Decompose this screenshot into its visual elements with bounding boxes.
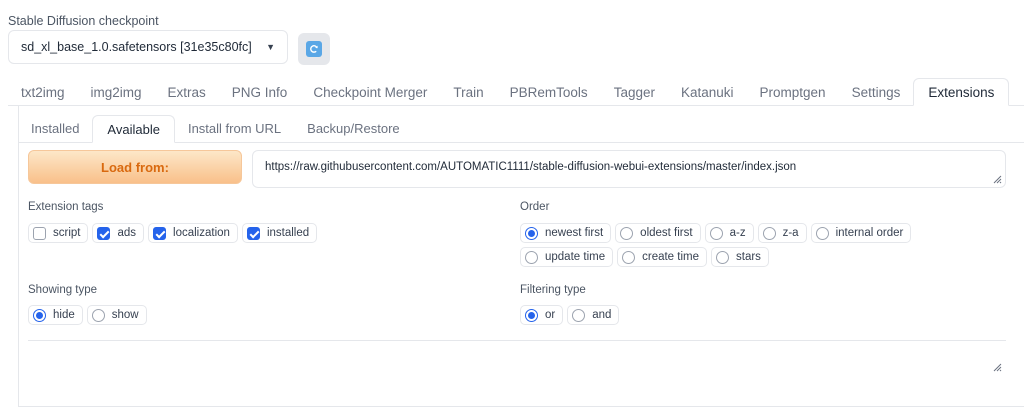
checkbox-box[interactable] bbox=[97, 226, 111, 240]
tab-extras[interactable]: Extras bbox=[155, 78, 219, 106]
filtering-type-group: or and bbox=[520, 305, 620, 325]
tab-extensions[interactable]: Extensions bbox=[913, 78, 1010, 106]
showing-type-group: hide show bbox=[28, 305, 147, 325]
radio-dot[interactable] bbox=[762, 226, 776, 240]
extension-tags-label: Extension tags bbox=[28, 201, 104, 213]
showing-hide-radio[interactable]: hide bbox=[28, 305, 83, 325]
order-stars-radio[interactable]: stars bbox=[711, 247, 769, 267]
checkbox-box[interactable] bbox=[246, 226, 260, 240]
order-newest-first-radio[interactable]: newest first bbox=[520, 223, 612, 243]
tag-script-checkbox[interactable]: script bbox=[28, 223, 89, 243]
tab-pbremtools[interactable]: PBRemTools bbox=[497, 78, 601, 106]
tab-train[interactable]: Train bbox=[440, 78, 496, 106]
radio-dot[interactable] bbox=[622, 250, 636, 264]
tag-installed-checkbox[interactable]: installed bbox=[241, 223, 318, 243]
radio-dot[interactable] bbox=[572, 308, 586, 322]
tab-tagger[interactable]: Tagger bbox=[601, 78, 668, 106]
order-label-text: stars bbox=[736, 251, 761, 263]
showing-label-text: show bbox=[111, 309, 139, 321]
tab-installed[interactable]: Installed bbox=[18, 115, 92, 143]
checkpoint-value: sd_xl_base_1.0.safetensors [31e35c80fc] bbox=[21, 40, 252, 54]
tag-localization-checkbox[interactable]: localization bbox=[148, 223, 238, 243]
order-label-text: a-z bbox=[729, 227, 746, 239]
radio-dot[interactable] bbox=[525, 308, 538, 322]
index-url-value: https://raw.githubusercontent.com/AUTOMA… bbox=[265, 161, 797, 173]
showing-show-radio[interactable]: show bbox=[86, 305, 147, 325]
checkpoint-dropdown[interactable]: sd_xl_base_1.0.safetensors [31e35c80fc] … bbox=[8, 30, 288, 64]
radio-dot[interactable] bbox=[716, 250, 729, 264]
order-label-text: internal order bbox=[835, 227, 904, 239]
order-group: newest first oldest first a-z z-a intern… bbox=[520, 223, 990, 267]
load-from-button[interactable]: Load from: bbox=[28, 150, 242, 184]
order-oldest-first-radio[interactable]: oldest first bbox=[615, 223, 701, 243]
order-update-time-radio[interactable]: update time bbox=[520, 247, 614, 267]
radio-dot[interactable] bbox=[525, 226, 538, 240]
filtering-and-radio[interactable]: and bbox=[567, 305, 620, 325]
extensions-results-area[interactable] bbox=[28, 340, 1006, 384]
filtering-type-label: Filtering type bbox=[520, 284, 586, 296]
resize-handle-icon[interactable] bbox=[992, 174, 1002, 184]
showing-type-label: Showing type bbox=[28, 284, 98, 296]
radio-dot[interactable] bbox=[33, 308, 46, 322]
tag-label: installed bbox=[266, 227, 310, 239]
tab-promptgen[interactable]: Promptgen bbox=[747, 78, 839, 106]
radio-dot[interactable] bbox=[815, 226, 829, 240]
tab-settings[interactable]: Settings bbox=[839, 78, 914, 106]
radio-dot[interactable] bbox=[91, 308, 105, 322]
main-tab-bar: txt2img img2img Extras PNG Info Checkpoi… bbox=[8, 78, 1010, 106]
refresh-checkpoint-button[interactable] bbox=[298, 33, 330, 65]
tab-img2img[interactable]: img2img bbox=[78, 78, 155, 106]
order-label-text: newest first bbox=[545, 227, 604, 239]
tab-available[interactable]: Available bbox=[92, 115, 175, 143]
refresh-icon bbox=[306, 41, 322, 57]
checkbox-box[interactable] bbox=[153, 226, 167, 240]
order-label: Order bbox=[520, 201, 550, 213]
showing-label-text: hide bbox=[53, 309, 75, 321]
order-z-a-radio[interactable]: z-a bbox=[757, 223, 807, 243]
tag-label: ads bbox=[117, 227, 137, 239]
order-label-text: z-a bbox=[782, 227, 799, 239]
filtering-label-text: and bbox=[592, 309, 612, 321]
index-url-input[interactable]: https://raw.githubusercontent.com/AUTOMA… bbox=[252, 150, 1006, 188]
order-label-text: create time bbox=[642, 251, 699, 263]
tab-install-from-url[interactable]: Install from URL bbox=[175, 115, 294, 143]
order-internal-order-radio[interactable]: internal order bbox=[810, 223, 912, 243]
radio-dot[interactable] bbox=[709, 226, 723, 240]
chevron-down-icon: ▼ bbox=[266, 42, 275, 52]
extension-tags-group: script ads localization installed bbox=[28, 223, 318, 243]
order-label-text: update time bbox=[545, 251, 606, 263]
resize-handle-icon[interactable] bbox=[992, 362, 1002, 372]
checkbox-box[interactable] bbox=[33, 226, 46, 240]
filtering-label-text: or bbox=[545, 309, 556, 321]
order-a-z-radio[interactable]: a-z bbox=[704, 223, 754, 243]
order-label-text: oldest first bbox=[640, 227, 693, 239]
tag-ads-checkbox[interactable]: ads bbox=[92, 223, 145, 243]
radio-dot[interactable] bbox=[620, 226, 634, 240]
tab-checkpoint-merger[interactable]: Checkpoint Merger bbox=[300, 78, 440, 106]
checkpoint-label: Stable Diffusion checkpoint bbox=[8, 14, 159, 28]
tab-katanuki[interactable]: Katanuki bbox=[668, 78, 747, 106]
tag-label: localization bbox=[173, 227, 230, 239]
order-create-time-radio[interactable]: create time bbox=[617, 247, 707, 267]
filtering-or-radio[interactable]: or bbox=[520, 305, 564, 325]
sub-tab-bar: Installed Available Install from URL Bac… bbox=[18, 115, 413, 143]
tab-png-info[interactable]: PNG Info bbox=[219, 78, 301, 106]
tag-label: script bbox=[53, 227, 81, 239]
radio-dot[interactable] bbox=[525, 250, 538, 264]
tab-backup-restore[interactable]: Backup/Restore bbox=[294, 115, 413, 143]
tab-txt2img[interactable]: txt2img bbox=[8, 78, 78, 106]
